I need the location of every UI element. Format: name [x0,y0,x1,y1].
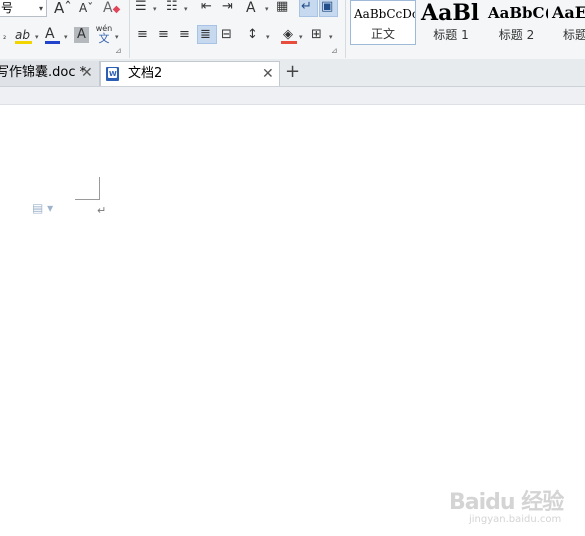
chevron-down-icon[interactable]: ▾ [35,33,39,41]
table-icon[interactable]: ▦ [276,0,288,15]
style-name: 标题 [563,28,585,42]
clear-format-icon[interactable]: A◆ [103,0,120,18]
style-sample: AaBbC( [488,4,548,22]
chevron-down-icon[interactable]: ▾ [115,33,119,41]
paragraph-dialog-launcher-icon[interactable]: ⊿ [331,46,338,55]
layout-icon: ▣ [321,0,334,14]
chevron-down-icon[interactable]: ▾ [329,33,333,41]
phonetic-bottom: 文 [98,32,110,45]
chevron-down-icon[interactable]: ▾ [265,5,269,13]
highlight-color-bar [15,41,32,44]
shrink-font-icon[interactable]: Aˇ [79,0,93,16]
style-heading-2[interactable]: AaBbC( 标题 2 [485,0,548,45]
phonetic-guide-icon[interactable]: wén 文 [95,24,113,45]
style-name: 正文 [370,27,395,41]
style-heading-1[interactable]: AaBl 标题 1 [418,0,484,45]
tab-title: 文档2 [128,66,163,81]
increase-indent-icon[interactable]: ⇥ [222,0,233,15]
close-icon[interactable]: ✕ [262,62,274,86]
style-gallery: AaBbCcDc 正文 AaBl 标题 1 AaBbC( 标题 2 AaE 标题 [350,0,585,46]
ribbon: 号 ▾ Aˆ Aˇ A◆ ☰ ▾ ☷ ▾ ⇤ ⇥ A ▾ ▦ ↵ ▣ ₂ ab … [0,0,585,60]
style-normal[interactable]: AaBbCcDc 正文 [350,0,416,45]
watermark-brand: Baidu 经验 [449,490,564,515]
distributed-align-icon[interactable]: ⊟ [221,27,232,43]
text-effects-icon[interactable]: A [246,0,256,16]
shading-color-bar [281,41,297,44]
align-center-icon[interactable]: ≡ [158,27,169,43]
font-dialog-launcher-icon[interactable]: ⊿ [115,46,122,55]
separator [129,0,130,58]
font-color-bar [45,41,60,44]
document-page[interactable] [0,105,585,536]
clear-format-letter: A [103,0,113,16]
grow-font-icon[interactable]: Aˆ [54,0,72,16]
separator [345,0,346,58]
char-shading-icon: A [77,27,86,42]
chevron-down-icon[interactable]: ▾ [266,33,270,41]
tab-document-1[interactable]: 写作锦囊.doc * ✕ [0,61,100,86]
style-sample: AaBbCcDc [354,7,416,21]
borders-icon[interactable]: ⊞ [311,27,322,43]
paragraph-mark-icon: ↵ [301,0,312,14]
highlight-letters: ab [15,28,30,42]
numbered-list-icon[interactable]: ☷ [166,0,178,15]
font-size-value: 号 [1,1,14,15]
chevron-down-icon[interactable]: ▾ [299,33,303,41]
align-right-icon[interactable]: ≡ [179,27,190,43]
document-top-band [0,87,585,105]
margin-corner-marker [75,177,100,200]
new-tab-button[interactable]: + [285,61,300,83]
style-heading[interactable]: AaE 标题 [549,0,585,45]
chevron-down-icon[interactable]: ▾ [184,5,188,13]
style-name: 标题 1 [433,28,469,42]
style-name: 标题 2 [498,28,535,42]
close-icon[interactable]: ✕ [81,61,93,85]
justify-icon: ≣ [200,27,211,42]
char-shading-button[interactable]: A [74,27,89,43]
font-size-select[interactable]: 号 ▾ [0,0,47,17]
chevron-down-icon: ▾ [38,4,43,13]
bullet-list-icon[interactable]: ☰ [135,0,147,15]
chevron-down-icon[interactable]: ▾ [153,5,157,13]
paragraph-widget-icon[interactable]: ▤ ▾ [32,201,53,215]
font-size-suffix: ₂ [3,32,7,41]
paragraph-mark: ↵ [97,204,107,217]
decrease-indent-icon[interactable]: ⇤ [201,0,212,15]
tab-title: 写作锦囊.doc * [0,65,87,80]
watermark-url: jingyan.baidu.com [469,514,562,525]
watermark: Baidu 经验 jingyan.baidu.com [449,484,564,525]
chevron-down-icon[interactable]: ▾ [64,33,68,41]
line-spacing-icon[interactable]: ↕ [247,27,258,43]
word-doc-icon: W [106,67,119,81]
tab-document-2[interactable]: W 文档2 ✕ [100,61,280,86]
eraser-icon: ◆ [112,4,121,15]
style-sample: AaE [552,3,585,22]
style-sample: AaBl [421,0,480,26]
font-color-icon[interactable]: A [45,26,55,42]
align-left-icon[interactable]: ≡ [137,27,148,43]
